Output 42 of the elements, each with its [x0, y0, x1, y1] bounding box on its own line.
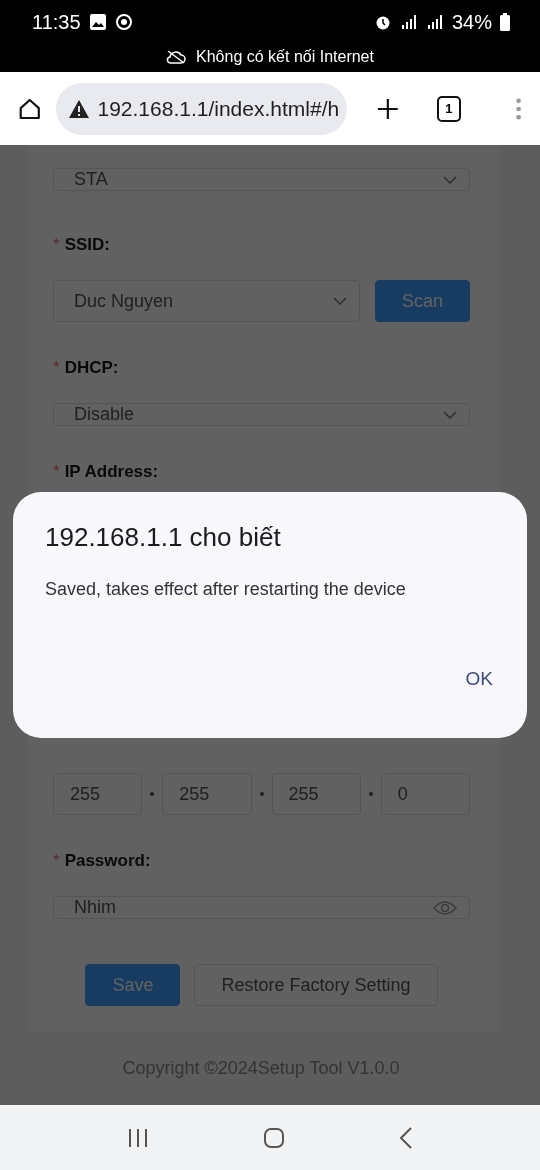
signal-icon	[425, 14, 444, 30]
input-field[interactable]: 255	[53, 773, 143, 815]
dialog-message: Saved, takes effect after restarting the device	[45, 579, 407, 600]
dialog-title: 192.168.1.1 cho biết	[45, 522, 282, 553]
home-icon[interactable]	[263, 1126, 285, 1149]
signal-icon	[399, 14, 418, 30]
warning-icon	[67, 98, 90, 119]
restore-button[interactable]: Restore Factory Setting	[194, 964, 438, 1006]
tab-count[interactable]: 1	[436, 95, 461, 122]
chevron-down-icon	[332, 297, 347, 305]
dropdown[interactable]: STA	[53, 168, 470, 191]
clock: 11:35	[32, 10, 81, 34]
input-field[interactable]: 255	[271, 773, 361, 815]
required-mark: *	[53, 235, 60, 255]
password-field[interactable]: Nhim	[53, 896, 470, 919]
field-label: Password:	[64, 851, 151, 871]
field-label: DHCP:	[64, 358, 119, 378]
input-field[interactable]: 0	[380, 773, 470, 815]
input-field[interactable]: 255	[162, 773, 252, 815]
plus-icon[interactable]	[377, 96, 399, 121]
save-button[interactable]: Save	[85, 964, 181, 1006]
chevron-down-icon	[443, 410, 457, 419]
scan-button[interactable]: Scan	[374, 280, 470, 322]
address-bar[interactable]: 192.168.1.1/index.html#/h	[55, 82, 348, 135]
chevron-down-icon	[443, 175, 457, 184]
sync-icon	[114, 13, 133, 31]
dropdown[interactable]: Duc Nguyen	[53, 280, 360, 322]
battery-icon	[500, 13, 510, 31]
recents-icon[interactable]	[127, 1126, 149, 1149]
field-label: SSID:	[64, 235, 110, 255]
required-mark: *	[53, 462, 60, 482]
more-icon[interactable]	[514, 96, 522, 121]
required-mark: *	[53, 851, 60, 871]
image-icon	[88, 13, 107, 31]
back-icon[interactable]	[399, 1126, 413, 1149]
battery-level: 34%	[451, 10, 492, 34]
cloud-off-icon	[166, 50, 187, 64]
required-mark: *	[53, 358, 60, 378]
dropdown[interactable]: Disable	[53, 403, 470, 426]
ok-button[interactable]: OK	[451, 662, 507, 696]
field-label: IP Address:	[64, 462, 159, 482]
offline-notice: Không có kết nối Internet	[196, 48, 374, 66]
